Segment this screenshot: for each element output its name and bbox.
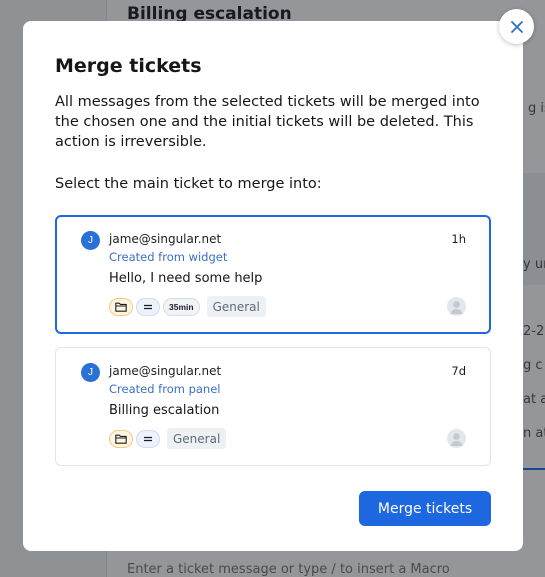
merge-tickets-modal: Merge tickets All messages from the sele… (23, 21, 523, 551)
ticket-subject: Hello, I need some help (109, 271, 263, 286)
avatar: J (81, 231, 100, 250)
modal-description: All messages from the selected tickets w… (55, 94, 480, 150)
priority-equal-icon (136, 429, 160, 448)
ticket-time: 1h (451, 232, 466, 246)
assignee-avatar-icon (447, 429, 466, 448)
close-icon (510, 20, 523, 33)
ticket-email: jame@singular.net (109, 232, 222, 246)
ticket-source: Created from widget (109, 250, 228, 264)
folder-icon (109, 297, 133, 316)
modal-title: Merge tickets (55, 55, 202, 77)
ticket-email: jame@singular.net (109, 364, 222, 378)
avatar: J (81, 363, 100, 382)
select-main-ticket-label: Select the main ticket to merge into: (55, 176, 322, 192)
ticket-option[interactable]: J jame@singular.net 7d Created from pane… (55, 347, 491, 466)
folder-icon (109, 429, 133, 448)
close-button[interactable] (499, 9, 534, 44)
wait-time-badge: 35min (163, 297, 200, 316)
priority-equal-icon (136, 297, 160, 316)
ticket-subject: Billing escalation (109, 403, 220, 418)
ticket-source: Created from panel (109, 382, 221, 396)
ticket-tags: General (109, 428, 227, 449)
ticket-option-selected[interactable]: J jame@singular.net 1h Created from widg… (55, 215, 491, 334)
ticket-time: 7d (451, 364, 466, 378)
assignee-avatar-icon (447, 297, 466, 316)
ticket-tags: 35min General (109, 296, 266, 317)
merge-tickets-button[interactable]: Merge tickets (359, 491, 491, 526)
group-tag: General (206, 296, 266, 317)
group-tag: General (167, 428, 227, 449)
